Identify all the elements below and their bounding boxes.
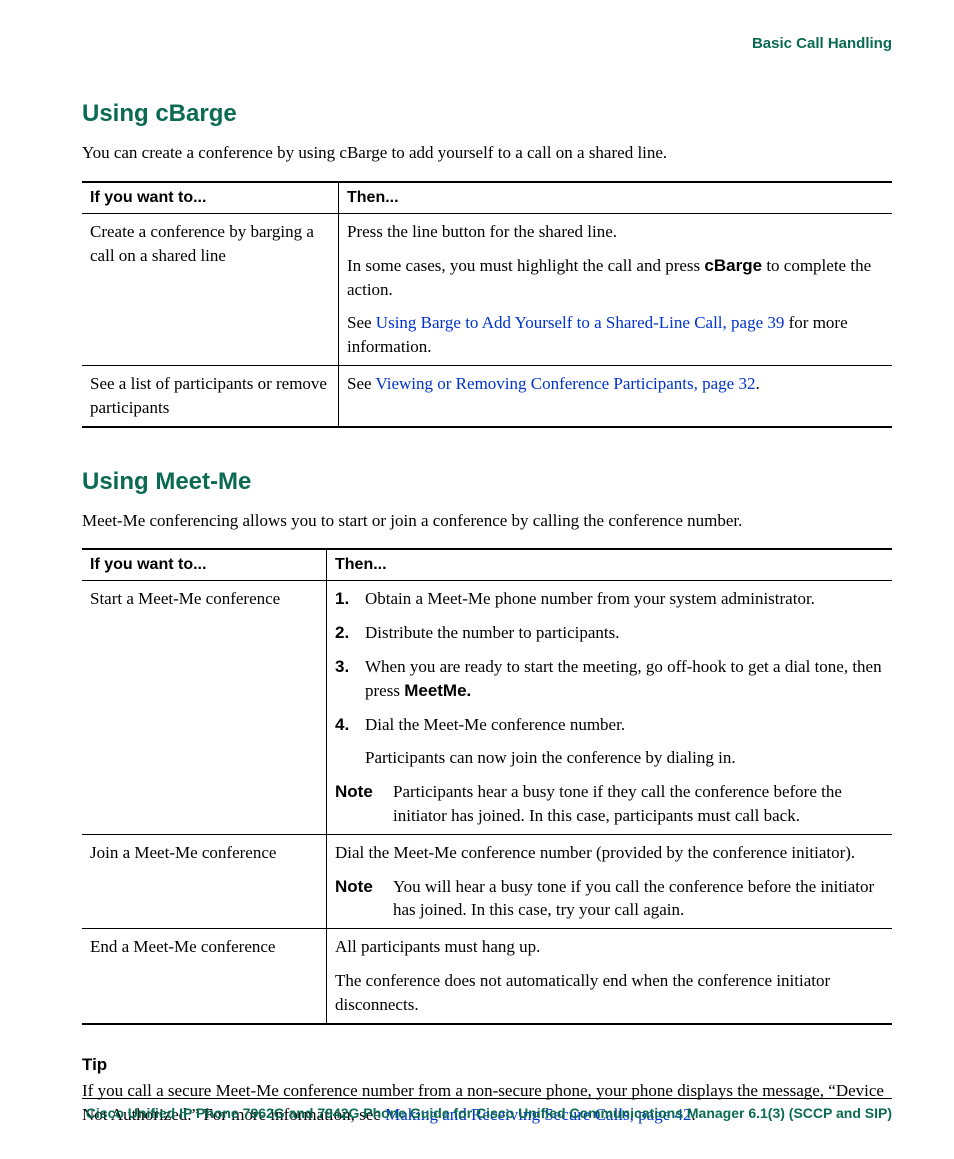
note-text: You will hear a busy tone if you call th… xyxy=(393,875,884,923)
note-label: Note xyxy=(335,780,393,828)
cross-ref-link[interactable]: Viewing or Removing Conference Participa… xyxy=(376,374,756,393)
table-cell: Press the line button for the shared lin… xyxy=(339,213,893,365)
note: Note You will hear a busy tone if you ca… xyxy=(335,875,884,923)
list-item: 4. Dial the Meet-Me conference number. xyxy=(335,713,884,737)
list-item: 3. When you are ready to start the meeti… xyxy=(335,655,884,703)
softkey-name: MeetMe. xyxy=(404,681,471,700)
step-number: 2. xyxy=(335,621,365,645)
para: Press the line button for the shared lin… xyxy=(347,220,884,244)
steps-list: 1. Obtain a Meet-Me phone number from yo… xyxy=(335,587,884,736)
text: See xyxy=(347,313,376,332)
para: Participants can now join the conference… xyxy=(365,746,884,770)
step-number: 4. xyxy=(335,713,365,737)
step-number: 3. xyxy=(335,655,365,703)
table-cell: Start a Meet-Me conference xyxy=(82,581,327,834)
table-cell: End a Meet-Me conference xyxy=(82,929,327,1024)
list-item: 2. Distribute the number to participants… xyxy=(335,621,884,645)
softkey-name: cBarge xyxy=(704,256,762,275)
table-cell: See a list of participants or remove par… xyxy=(82,365,339,426)
list-item: 1. Obtain a Meet-Me phone number from yo… xyxy=(335,587,884,611)
tip-heading: Tip xyxy=(82,1055,892,1075)
step-text: When you are ready to start the meeting,… xyxy=(365,655,884,703)
text: . xyxy=(755,374,759,393)
para: See Using Barge to Add Yourself to a Sha… xyxy=(347,311,884,359)
cbarge-table: If you want to... Then... Create a confe… xyxy=(82,181,892,428)
table-header: If you want to... xyxy=(82,549,327,581)
meetme-table: If you want to... Then... Start a Meet-M… xyxy=(82,548,892,1024)
para: All participants must hang up. xyxy=(335,935,884,959)
para: The conference does not automatically en… xyxy=(335,969,884,1017)
intro-text-cbarge: You can create a conference by using cBa… xyxy=(82,142,892,165)
table-cell: Dial the Meet-Me conference number (prov… xyxy=(327,834,893,928)
table-cell: See Viewing or Removing Conference Parti… xyxy=(339,365,893,426)
para: In some cases, you must highlight the ca… xyxy=(347,254,884,302)
table-cell: 1. Obtain a Meet-Me phone number from yo… xyxy=(327,581,893,834)
note: Note Participants hear a busy tone if th… xyxy=(335,780,884,828)
step-number: 1. xyxy=(335,587,365,611)
intro-text-meetme: Meet-Me conferencing allows you to start… xyxy=(82,510,892,533)
table-cell: Join a Meet-Me conference xyxy=(82,834,327,928)
note-text: Participants hear a busy tone if they ca… xyxy=(393,780,884,828)
text: See xyxy=(347,374,376,393)
table-header: Then... xyxy=(339,182,893,214)
table-header: Then... xyxy=(327,549,893,581)
step-text: Dial the Meet-Me conference number. xyxy=(365,713,884,737)
table-cell: All participants must hang up. The confe… xyxy=(327,929,893,1024)
step-text: Distribute the number to participants. xyxy=(365,621,884,645)
section-heading-cbarge: Using cBarge xyxy=(82,100,892,128)
note-label: Note xyxy=(335,875,393,923)
para: Dial the Meet-Me conference number (prov… xyxy=(335,841,884,865)
cross-ref-link[interactable]: Using Barge to Add Yourself to a Shared-… xyxy=(376,313,785,332)
page-header: Basic Call Handling xyxy=(82,35,892,52)
section-heading-meetme: Using Meet-Me xyxy=(82,468,892,496)
table-cell: Create a conference by barging a call on… xyxy=(82,213,339,365)
text: In some cases, you must highlight the ca… xyxy=(347,256,704,275)
page-footer: Cisco Unified IP Phone 7962G and 7942G P… xyxy=(82,1098,892,1121)
table-header: If you want to... xyxy=(82,182,339,214)
step-text: Obtain a Meet-Me phone number from your … xyxy=(365,587,884,611)
